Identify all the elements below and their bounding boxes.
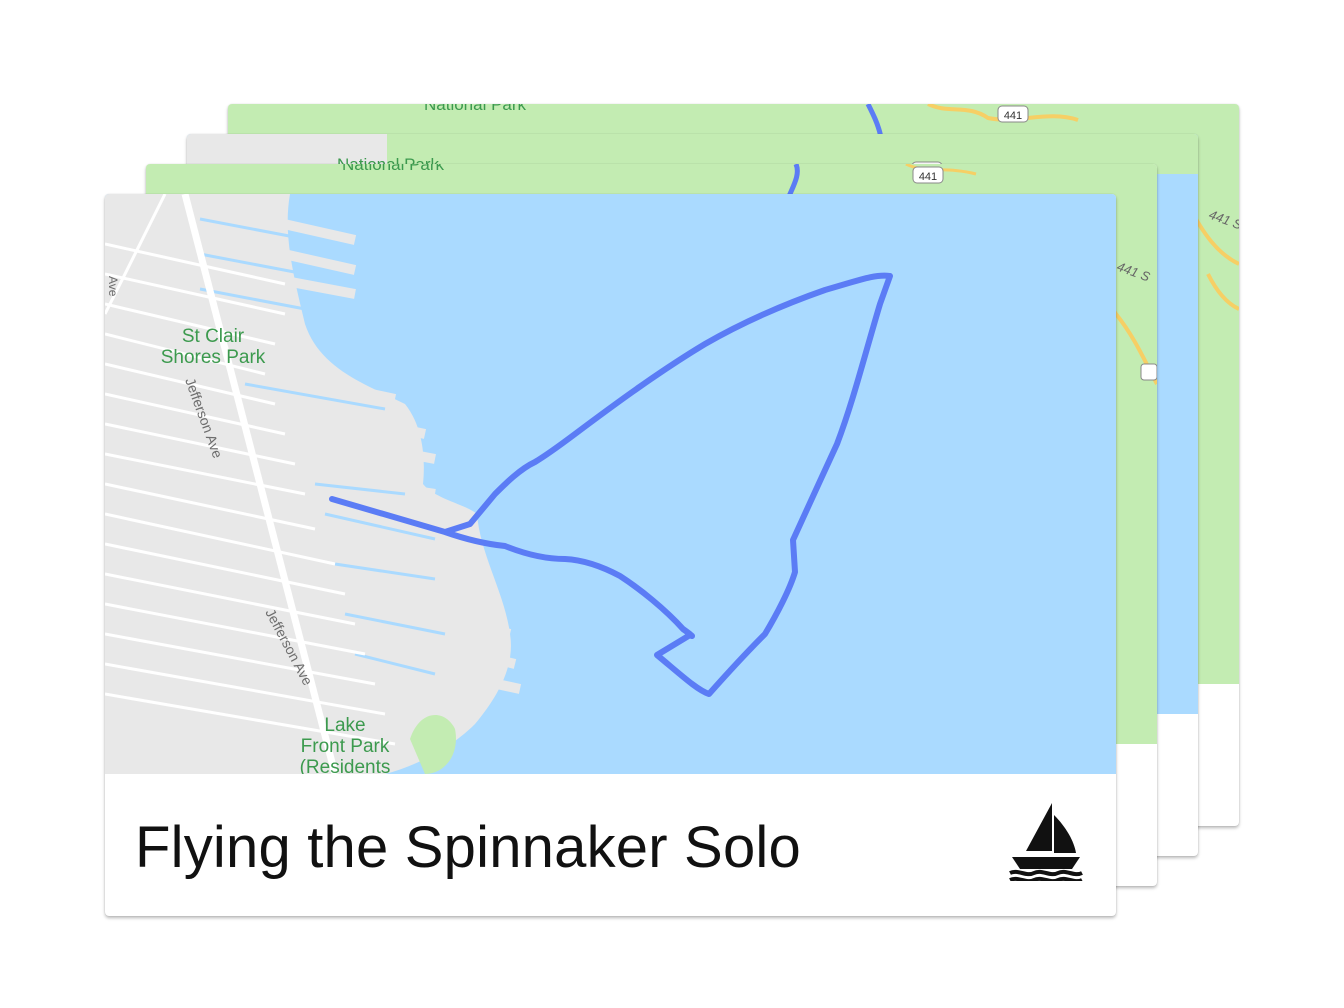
park-label: Shores Park — [161, 347, 266, 368]
route-shield: 441 — [919, 171, 937, 183]
park-label: Lake — [324, 715, 365, 736]
sailboat-icon — [1008, 801, 1084, 886]
route-map: St Clair Shores Park Jefferson Ave Jeffe… — [105, 194, 1116, 774]
park-label: (Residents — [300, 757, 391, 774]
activity-card-front[interactable]: St Clair Shores Park Jefferson Ave Jeffe… — [105, 194, 1116, 916]
route-shield: 441 — [1004, 110, 1022, 122]
park-label: National Park — [342, 164, 445, 174]
park-label: St Clair — [182, 326, 245, 347]
park-label: National Park — [424, 104, 527, 114]
activity-title: Flying the Spinnaker Solo — [135, 815, 801, 880]
street-label: Ave — [106, 276, 120, 297]
park-label: Front Park — [301, 736, 390, 757]
